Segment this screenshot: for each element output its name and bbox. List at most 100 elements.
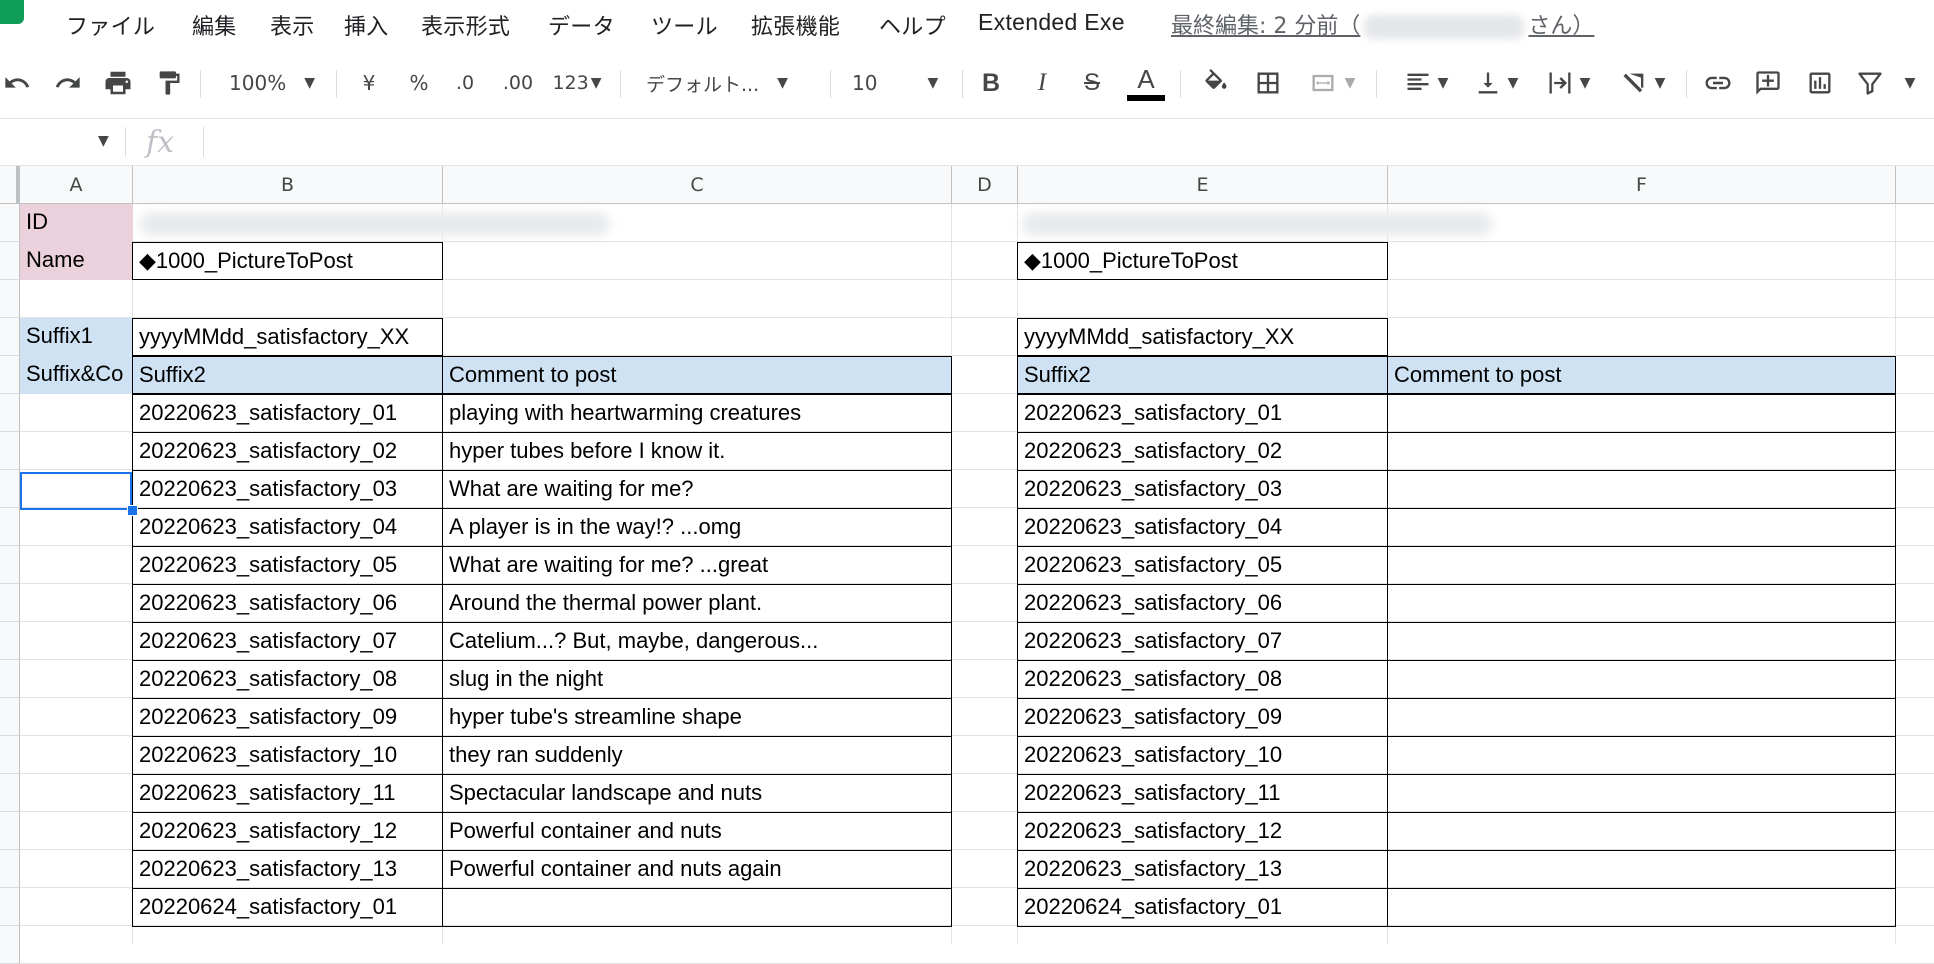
right-comment-cell[interactable]: [1387, 774, 1896, 813]
left-suffix-cell[interactable]: 20220623_satisfactory_08: [132, 660, 443, 699]
right-suffix-cell[interactable]: 20220623_satisfactory_03: [1017, 470, 1388, 509]
right-comment-cell[interactable]: [1387, 850, 1896, 889]
fill-color-icon[interactable]: [1198, 58, 1234, 108]
column-header-a[interactable]: A: [20, 166, 133, 204]
row-header[interactable]: [0, 736, 20, 774]
row-header[interactable]: [0, 850, 20, 888]
left-suffix-cell[interactable]: 20220623_satisfactory_04: [132, 508, 443, 547]
right-comment-cell[interactable]: [1387, 584, 1896, 623]
left-suffix-cell[interactable]: 20220623_satisfactory_12: [132, 812, 443, 851]
bold-button[interactable]: B: [975, 58, 1007, 108]
text-color-button[interactable]: A: [1126, 58, 1166, 108]
column-header-c[interactable]: C: [443, 166, 952, 204]
paint-format-icon[interactable]: [152, 58, 186, 108]
right-suffix-cell[interactable]: 20220623_satisfactory_09: [1017, 698, 1388, 737]
text-rotation-icon[interactable]: ▼: [1612, 58, 1672, 108]
right-comment-cell[interactable]: [1387, 736, 1896, 775]
column-header-g[interactable]: [1896, 166, 1934, 204]
left-comment-cell[interactable]: Powerful container and nuts again: [442, 850, 952, 889]
font-size-select[interactable]: 10 ▼: [852, 58, 952, 108]
row-header[interactable]: [0, 812, 20, 850]
left-comment-cell[interactable]: hyper tubes before I know it.: [442, 432, 952, 471]
insert-chart-icon[interactable]: [1802, 58, 1838, 108]
right-suffix-cell[interactable]: 20220623_satisfactory_01: [1017, 394, 1388, 433]
menu-extended-exe[interactable]: Extended Exe: [978, 9, 1125, 36]
insert-link-icon[interactable]: [1700, 58, 1736, 108]
right-suffix-cell[interactable]: 20220623_satisfactory_08: [1017, 660, 1388, 699]
label-name[interactable]: Name: [20, 242, 133, 280]
left-suffix-cell[interactable]: 20220623_satisfactory_11: [132, 774, 443, 813]
right-comment-cell[interactable]: [1387, 546, 1896, 585]
row-header[interactable]: [0, 774, 20, 812]
select-all-corner[interactable]: [0, 166, 20, 204]
align-vertical-icon[interactable]: ▼: [1468, 58, 1524, 108]
redo-icon[interactable]: [50, 58, 86, 108]
right-suffix-cell[interactable]: 20220623_satisfactory_10: [1017, 736, 1388, 775]
left-suffix-cell[interactable]: 20220623_satisfactory_06: [132, 584, 443, 623]
left-suffix-cell[interactable]: 20220623_satisfactory_09: [132, 698, 443, 737]
left-comment-cell[interactable]: Spectacular landscape and nuts: [442, 774, 952, 813]
menu-extensions[interactable]: 拡張機能: [751, 9, 840, 41]
increase-decimal-button[interactable]: .00: [498, 58, 538, 108]
row-header[interactable]: [0, 584, 20, 622]
row-header[interactable]: [0, 888, 20, 926]
right-comment-cell[interactable]: [1387, 888, 1896, 927]
row-header[interactable]: [0, 356, 20, 394]
right-name-cell[interactable]: ◆1000_PictureToPost: [1017, 242, 1388, 280]
left-comment-cell[interactable]: A player is in the way!? ...omg: [442, 508, 952, 547]
fill-handle[interactable]: [127, 505, 138, 516]
label-id[interactable]: ID: [20, 204, 133, 242]
left-suffix-cell[interactable]: 20220623_satisfactory_01: [132, 394, 443, 433]
right-suffix1-cell[interactable]: yyyyMMdd_satisfactory_XX: [1017, 318, 1388, 356]
right-suffix-cell[interactable]: 20220624_satisfactory_01: [1017, 888, 1388, 927]
left-suffix-cell[interactable]: 20220624_satisfactory_01: [132, 888, 443, 927]
row-header[interactable]: [0, 394, 20, 432]
left-name-cell[interactable]: ◆1000_PictureToPost: [132, 242, 443, 280]
label-suffix-comment[interactable]: Suffix&Co: [20, 356, 133, 394]
name-box[interactable]: ▼: [0, 119, 122, 165]
currency-format-button[interactable]: ¥: [354, 58, 384, 108]
row-header[interactable]: [0, 470, 20, 508]
left-suffix-cell[interactable]: 20220623_satisfactory_10: [132, 736, 443, 775]
insert-comment-icon[interactable]: [1750, 58, 1786, 108]
right-comment-cell[interactable]: [1387, 508, 1896, 547]
menu-view[interactable]: 表示: [270, 9, 315, 41]
italic-button[interactable]: I: [1026, 58, 1058, 108]
row-header[interactable]: [0, 660, 20, 698]
menu-format[interactable]: 表示形式: [421, 9, 510, 41]
align-horizontal-icon[interactable]: ▼: [1398, 58, 1454, 108]
formula-input[interactable]: [212, 127, 1812, 157]
right-comment-cell[interactable]: [1387, 812, 1896, 851]
left-suffix-cell[interactable]: 20220623_satisfactory_05: [132, 546, 443, 585]
right-comment-cell[interactable]: [1387, 432, 1896, 471]
right-suffix-cell[interactable]: 20220623_satisfactory_05: [1017, 546, 1388, 585]
right-suffix-cell[interactable]: 20220623_satisfactory_02: [1017, 432, 1388, 471]
sheets-logo-icon[interactable]: [0, 0, 24, 24]
row-header[interactable]: [0, 926, 20, 964]
column-header-f[interactable]: F: [1388, 166, 1896, 204]
left-suffix1-cell[interactable]: yyyyMMdd_satisfactory_XX: [132, 318, 443, 356]
left-suffix-cell[interactable]: 20220623_satisfactory_02: [132, 432, 443, 471]
undo-icon[interactable]: [0, 58, 34, 108]
right-suffix-cell[interactable]: 20220623_satisfactory_12: [1017, 812, 1388, 851]
column-header-e[interactable]: E: [1018, 166, 1388, 204]
more-formats-select[interactable]: 123 ▼: [548, 58, 606, 108]
right-comment-cell[interactable]: [1387, 394, 1896, 433]
right-header-suffix2[interactable]: Suffix2: [1017, 356, 1388, 394]
zoom-select[interactable]: 100% ▼: [222, 58, 322, 108]
menu-data[interactable]: データ: [548, 9, 615, 41]
right-comment-cell[interactable]: [1387, 470, 1896, 509]
text-wrap-icon[interactable]: ▼: [1540, 58, 1596, 108]
left-comment-cell[interactable]: hyper tube's streamline shape: [442, 698, 952, 737]
menu-file[interactable]: ファイル: [66, 9, 155, 41]
right-suffix-cell[interactable]: 20220623_satisfactory_04: [1017, 508, 1388, 547]
left-comment-cell[interactable]: What are waiting for me?: [442, 470, 952, 509]
row-header[interactable]: [0, 204, 20, 242]
menu-edit[interactable]: 編集: [192, 9, 237, 41]
row-header[interactable]: [0, 546, 20, 584]
menu-tools[interactable]: ツール: [651, 9, 718, 41]
strikethrough-button[interactable]: S: [1076, 58, 1108, 108]
row-header[interactable]: [0, 698, 20, 736]
font-family-select[interactable]: デフォルト... ▼: [646, 58, 816, 108]
column-header-b[interactable]: B: [133, 166, 443, 204]
